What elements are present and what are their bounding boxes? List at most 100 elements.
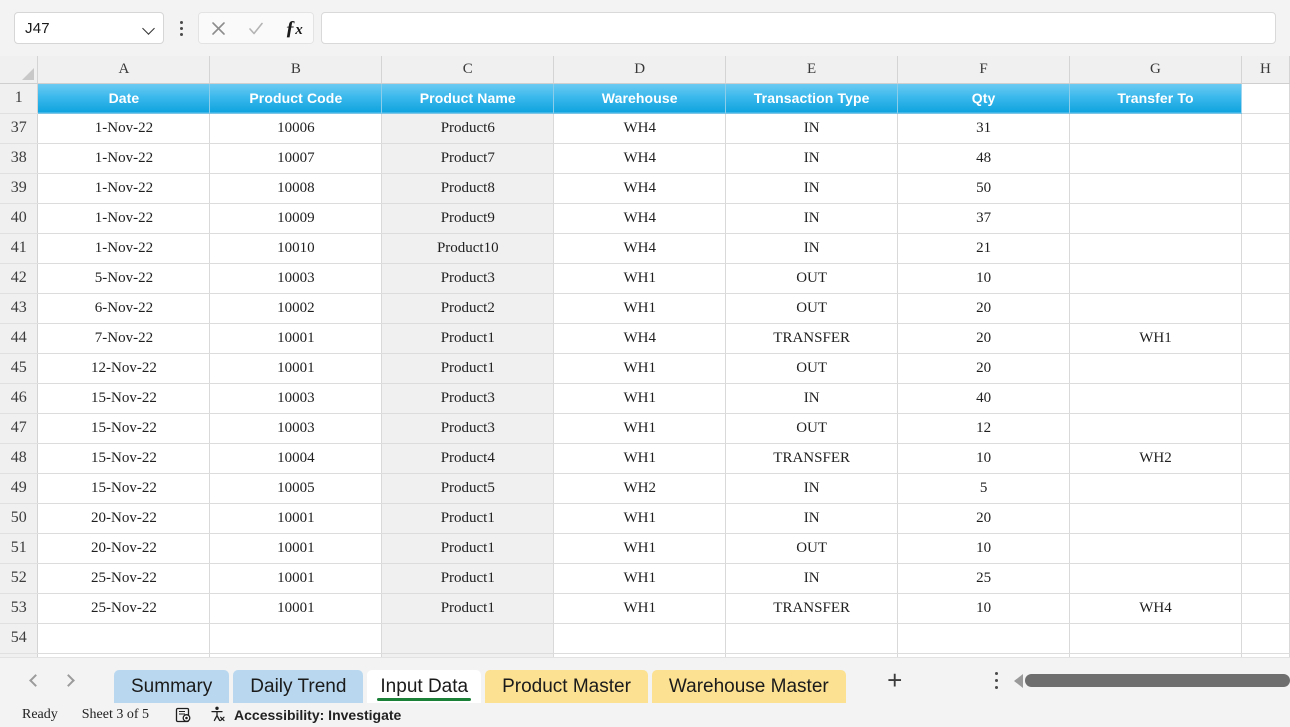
cell-F49[interactable]: 5 [897, 473, 1071, 504]
kebab-menu-icon[interactable] [172, 13, 190, 43]
column-header-a[interactable]: A [37, 56, 211, 84]
cell-D53[interactable]: WH1 [553, 593, 727, 624]
row-header-52[interactable]: 52 [0, 563, 39, 594]
cell-H53[interactable] [1241, 593, 1290, 624]
cell-B49[interactable]: 10005 [209, 473, 383, 504]
cell-F47[interactable]: 12 [897, 413, 1071, 444]
spreadsheet-grid[interactable]: A B C D E F G H 1 Date Product Code Prod… [0, 56, 1290, 657]
column-header-h[interactable]: H [1241, 56, 1290, 84]
cell-H50[interactable] [1241, 503, 1290, 534]
cell-H54[interactable] [1241, 623, 1290, 654]
cell-H38[interactable] [1241, 143, 1290, 174]
cell-G46[interactable] [1069, 383, 1242, 414]
cell-D45[interactable]: WH1 [553, 353, 727, 384]
cell-D51[interactable]: WH1 [553, 533, 727, 564]
row-header-41[interactable]: 41 [0, 233, 39, 264]
cell-H44[interactable] [1241, 323, 1290, 354]
cell-H45[interactable] [1241, 353, 1290, 384]
cell-A51[interactable]: 20-Nov-22 [37, 533, 211, 564]
cell-D54[interactable] [553, 623, 727, 654]
cell-C44[interactable]: Product1 [381, 323, 555, 354]
row-header-51[interactable]: 51 [0, 533, 39, 564]
cell-B37[interactable]: 10006 [209, 113, 383, 144]
cell-B39[interactable]: 10008 [209, 173, 383, 204]
cell-F51[interactable]: 10 [897, 533, 1071, 564]
cell-A43[interactable]: 6-Nov-22 [37, 293, 211, 324]
cell-E49[interactable]: IN [725, 473, 899, 504]
cell-C39[interactable]: Product8 [381, 173, 555, 204]
cell-G52[interactable] [1069, 563, 1242, 594]
column-header-d[interactable]: D [553, 56, 727, 84]
cell-C41[interactable]: Product10 [381, 233, 555, 264]
cell-H37[interactable] [1241, 113, 1290, 144]
cell-C38[interactable]: Product7 [381, 143, 555, 174]
cell-E48[interactable]: TRANSFER [725, 443, 899, 474]
chevron-down-icon[interactable] [143, 21, 157, 35]
cell-G47[interactable] [1069, 413, 1242, 444]
cell-F46[interactable]: 40 [897, 383, 1071, 414]
cell-C42[interactable]: Product3 [381, 263, 555, 294]
cell-C53[interactable]: Product1 [381, 593, 555, 624]
cell-F52[interactable]: 25 [897, 563, 1071, 594]
row-header-45[interactable]: 45 [0, 353, 39, 384]
cell-E46[interactable]: IN [725, 383, 899, 414]
cell-B47[interactable]: 10003 [209, 413, 383, 444]
cell-B38[interactable]: 10007 [209, 143, 383, 174]
row-header-53[interactable]: 53 [0, 593, 39, 624]
column-header-e[interactable]: E [725, 56, 899, 84]
cell-C46[interactable]: Product3 [381, 383, 555, 414]
cell-D40[interactable]: WH4 [553, 203, 727, 234]
cell-D37[interactable]: WH4 [553, 113, 727, 144]
cell-B40[interactable]: 10009 [209, 203, 383, 234]
row-header-39[interactable]: 39 [0, 173, 39, 204]
column-header-b[interactable]: B [209, 56, 383, 84]
cell-G40[interactable] [1069, 203, 1242, 234]
cell-E40[interactable]: IN [725, 203, 899, 234]
cell-C51[interactable]: Product1 [381, 533, 555, 564]
cell-A49[interactable]: 15-Nov-22 [37, 473, 211, 504]
formula-input[interactable] [321, 12, 1276, 44]
scroll-left-arrow-icon[interactable] [1013, 673, 1023, 688]
cell-C48[interactable]: Product4 [381, 443, 555, 474]
cell-F54[interactable] [897, 623, 1071, 654]
cell-G44[interactable]: WH1 [1069, 323, 1242, 354]
cell-B45[interactable]: 10001 [209, 353, 383, 384]
cell-F48[interactable]: 10 [897, 443, 1071, 474]
cell-A47[interactable]: 15-Nov-22 [37, 413, 211, 444]
chevron-right-icon[interactable] [58, 669, 82, 693]
fx-icon[interactable]: ƒx [275, 13, 313, 43]
cell-D41[interactable]: WH4 [553, 233, 727, 264]
cell-E39[interactable]: IN [725, 173, 899, 204]
cell-A42[interactable]: 5-Nov-22 [37, 263, 211, 294]
sheet-tab-product-master[interactable]: Product Master [485, 669, 648, 704]
cell-G43[interactable] [1069, 293, 1242, 324]
cell-E44[interactable]: TRANSFER [725, 323, 899, 354]
sheet-tab-input-data[interactable]: Input Data [367, 669, 482, 704]
cell-A45[interactable]: 12-Nov-22 [37, 353, 211, 384]
cell-E52[interactable]: IN [725, 563, 899, 594]
row-header-42[interactable]: 42 [0, 263, 39, 294]
cell-B41[interactable]: 10010 [209, 233, 383, 264]
row-header-47[interactable]: 47 [0, 413, 39, 444]
row-header-38[interactable]: 38 [0, 143, 39, 174]
column-header-f[interactable]: F [897, 56, 1071, 84]
add-sheet-button[interactable]: + [876, 664, 914, 698]
cell-F42[interactable]: 10 [897, 263, 1071, 294]
horizontal-scrollbar[interactable] [1013, 671, 1290, 691]
cell-G41[interactable] [1069, 233, 1242, 264]
cell-C43[interactable]: Product2 [381, 293, 555, 324]
cell-B50[interactable]: 10001 [209, 503, 383, 534]
cell-F41[interactable]: 21 [897, 233, 1071, 264]
cell-G50[interactable] [1069, 503, 1242, 534]
row-header-50[interactable]: 50 [0, 503, 39, 534]
cell-H39[interactable] [1241, 173, 1290, 204]
cell-H49[interactable] [1241, 473, 1290, 504]
cell-H47[interactable] [1241, 413, 1290, 444]
scrollbar-thumb[interactable] [1024, 674, 1290, 687]
row-header-40[interactable]: 40 [0, 203, 39, 234]
cell-G37[interactable] [1069, 113, 1242, 144]
cell-D47[interactable]: WH1 [553, 413, 727, 444]
cell-H52[interactable] [1241, 563, 1290, 594]
cell-B48[interactable]: 10004 [209, 443, 383, 474]
row-header-44[interactable]: 44 [0, 323, 39, 354]
